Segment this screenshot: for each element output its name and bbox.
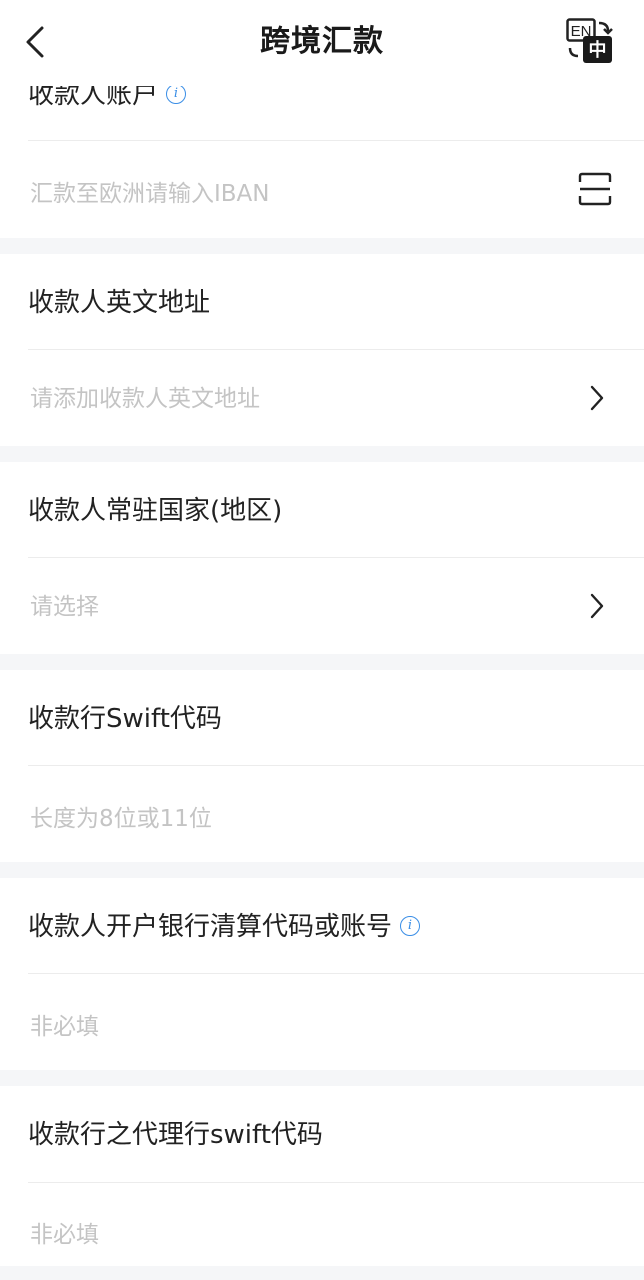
- lang-toggle-bottom: 中: [589, 39, 607, 61]
- section-clearing-code: 收款人开户银行清算代码或账号 i 非必填: [0, 878, 644, 1070]
- chevron-right-icon[interactable]: [588, 384, 606, 412]
- field-label-clearing-code: 收款人开户银行清算代码或账号 i: [28, 910, 421, 944]
- clearing-code-input[interactable]: 非必填: [30, 1012, 99, 1042]
- section-swift-code: 收款行Swift代码 长度为8位或11位: [0, 670, 644, 862]
- divider: [28, 349, 644, 350]
- divider: [28, 557, 644, 558]
- section-intermediary-swift: 收款行之代理行swift代码 非必填: [0, 1086, 644, 1266]
- section-payee-account: 收款人账户 i 汇款至欧洲请输入IBAN: [0, 80, 644, 238]
- section-payee-country: 收款人常驻国家(地区) 请选择: [0, 462, 644, 654]
- language-switch-icon[interactable]: EN 中: [566, 18, 614, 64]
- divider: [28, 1182, 644, 1183]
- field-label-swift-code: 收款行Swift代码: [28, 704, 222, 734]
- swift-code-input[interactable]: 长度为8位或11位: [30, 804, 212, 834]
- page-title: 跨境汇款: [260, 24, 384, 59]
- scan-icon[interactable]: [578, 172, 612, 206]
- payee-address-input[interactable]: 请添加收款人英文地址: [30, 384, 260, 414]
- divider: [28, 140, 644, 141]
- info-icon[interactable]: i: [166, 83, 187, 104]
- field-label-payee-address: 收款人英文地址: [28, 288, 211, 318]
- section-payee-address: 收款人英文地址 请添加收款人英文地址: [0, 254, 644, 446]
- info-icon[interactable]: i: [400, 915, 421, 936]
- payee-country-select[interactable]: 请选择: [30, 592, 99, 622]
- intermediary-swift-input[interactable]: 非必填: [30, 1220, 99, 1250]
- top-bar: 跨境汇款 EN 中: [0, 0, 644, 86]
- field-label-intermediary-swift: 收款行之代理行swift代码: [28, 1120, 323, 1150]
- divider: [28, 765, 644, 766]
- divider: [28, 973, 644, 974]
- chevron-right-icon[interactable]: [588, 592, 606, 620]
- payee-account-input[interactable]: 汇款至欧洲请输入IBAN: [30, 179, 270, 209]
- field-label-payee-country: 收款人常驻国家(地区): [28, 496, 283, 526]
